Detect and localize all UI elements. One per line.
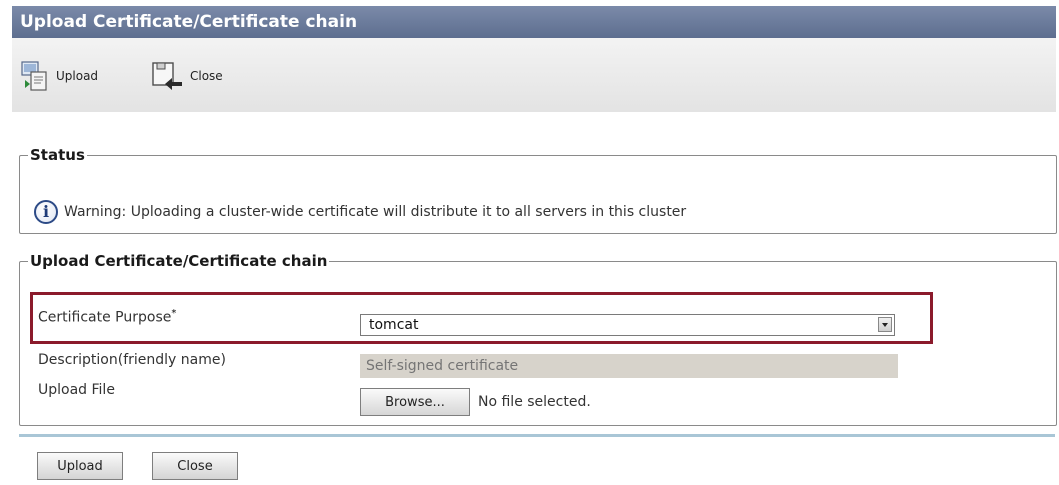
divider: [19, 434, 1055, 437]
browse-button[interactable]: Browse...: [360, 388, 470, 416]
certificate-purpose-select[interactable]: tomcat: [360, 314, 895, 336]
description-field[interactable]: [360, 354, 898, 378]
chevron-down-icon[interactable]: [878, 317, 892, 332]
toolbar-upload-button[interactable]: Upload: [20, 60, 98, 92]
status-message: Warning: Uploading a cluster-wide certif…: [64, 204, 687, 220]
close-icon: [150, 60, 184, 92]
upload-file-label: Upload File: [38, 382, 115, 398]
page-title: Upload Certificate/Certificate chain: [12, 6, 1056, 38]
upload-button[interactable]: Upload: [37, 452, 123, 480]
upload-certificate-section: Upload Certificate/Certificate chain Cer…: [19, 252, 1057, 426]
upload-certificate-legend: Upload Certificate/Certificate chain: [30, 252, 328, 270]
toolbar-upload-label: Upload: [56, 69, 99, 83]
toolbar-close-label: Close: [190, 69, 223, 83]
certificate-purpose-value: tomcat: [369, 317, 419, 333]
upload-icon: [20, 60, 50, 92]
info-icon: i: [34, 200, 58, 224]
status-message-row: i Warning: Uploading a cluster-wide cert…: [34, 200, 686, 224]
required-marker: *: [171, 308, 177, 319]
certificate-purpose-label: Certificate Purpose*: [38, 308, 177, 326]
close-button[interactable]: Close: [152, 452, 238, 480]
status-legend: Status: [30, 146, 85, 164]
status-section: Status i Warning: Uploading a cluster-wi…: [19, 146, 1057, 234]
toolbar: Upload Close: [12, 38, 1056, 112]
toolbar-close-button[interactable]: Close: [150, 60, 223, 92]
description-label: Description(friendly name): [38, 352, 226, 368]
file-status-text: No file selected.: [478, 394, 591, 410]
